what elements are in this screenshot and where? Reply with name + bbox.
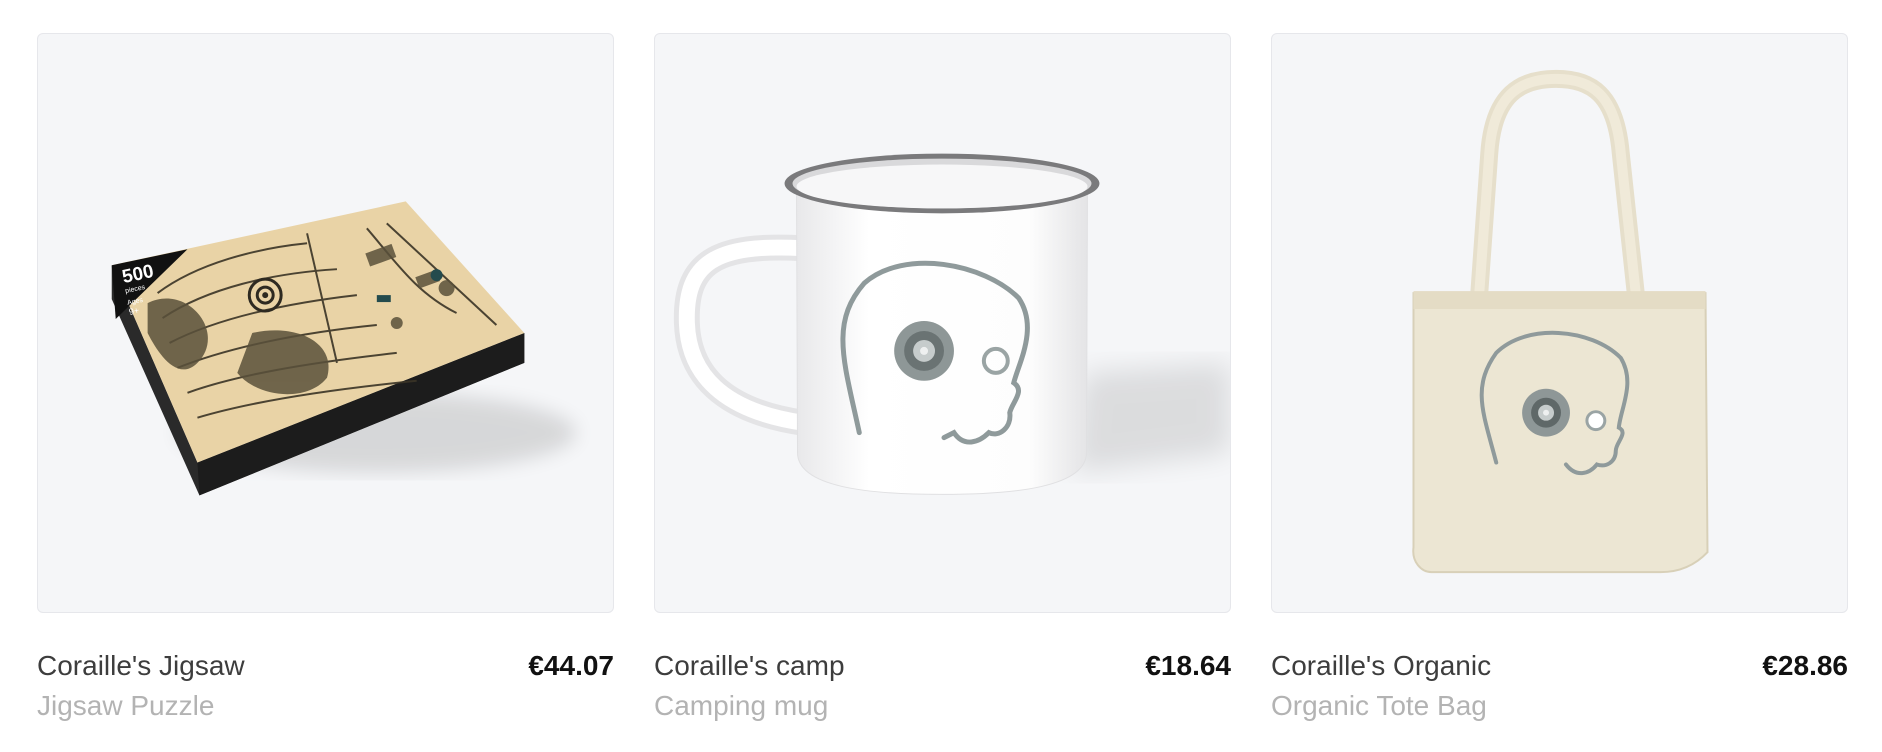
tote-bag-image bbox=[1412, 69, 1709, 574]
product-title[interactable]: Coraille's camp bbox=[654, 649, 845, 683]
camping-mug-image bbox=[673, 153, 1230, 495]
product-meta: Coraille's Organic Organic Tote Bag €28.… bbox=[1271, 649, 1848, 723]
product-meta: Coraille's camp Camping mug €18.64 bbox=[654, 649, 1231, 723]
box-age-value: 9+ bbox=[128, 305, 140, 317]
jigsaw-puzzle-box-image: 500 pieces Ages 9+ bbox=[111, 201, 577, 496]
product-text: Coraille's camp Camping mug bbox=[654, 649, 845, 723]
product-title[interactable]: Coraille's Organic bbox=[1271, 649, 1491, 683]
product-title[interactable]: Coraille's Jigsaw bbox=[37, 649, 245, 683]
product-image-mug[interactable] bbox=[654, 33, 1231, 613]
product-price: €18.64 bbox=[1145, 650, 1231, 681]
product-text: Coraille's Jigsaw Jigsaw Puzzle bbox=[37, 649, 245, 723]
product-card-mug[interactable]: Coraille's camp Camping mug €18.64 bbox=[654, 33, 1231, 723]
product-image-tote[interactable] bbox=[1271, 33, 1848, 613]
product-image-jigsaw[interactable]: 500 pieces Ages 9+ bbox=[37, 33, 614, 613]
product-subtitle: Jigsaw Puzzle bbox=[37, 690, 215, 721]
product-grid: 500 pieces Ages 9+ Coraille's Jigsaw Jig… bbox=[37, 33, 1849, 723]
product-meta: Coraille's Jigsaw Jigsaw Puzzle €44.07 bbox=[37, 649, 614, 723]
product-price: €28.86 bbox=[1762, 650, 1848, 681]
product-card-jigsaw[interactable]: 500 pieces Ages 9+ Coraille's Jigsaw Jig… bbox=[37, 33, 614, 723]
product-subtitle: Camping mug bbox=[654, 690, 829, 721]
product-price: €44.07 bbox=[528, 650, 614, 681]
product-subtitle: Organic Tote Bag bbox=[1271, 690, 1487, 721]
product-card-tote[interactable]: Coraille's Organic Organic Tote Bag €28.… bbox=[1271, 33, 1848, 723]
product-text: Coraille's Organic Organic Tote Bag bbox=[1271, 649, 1491, 723]
